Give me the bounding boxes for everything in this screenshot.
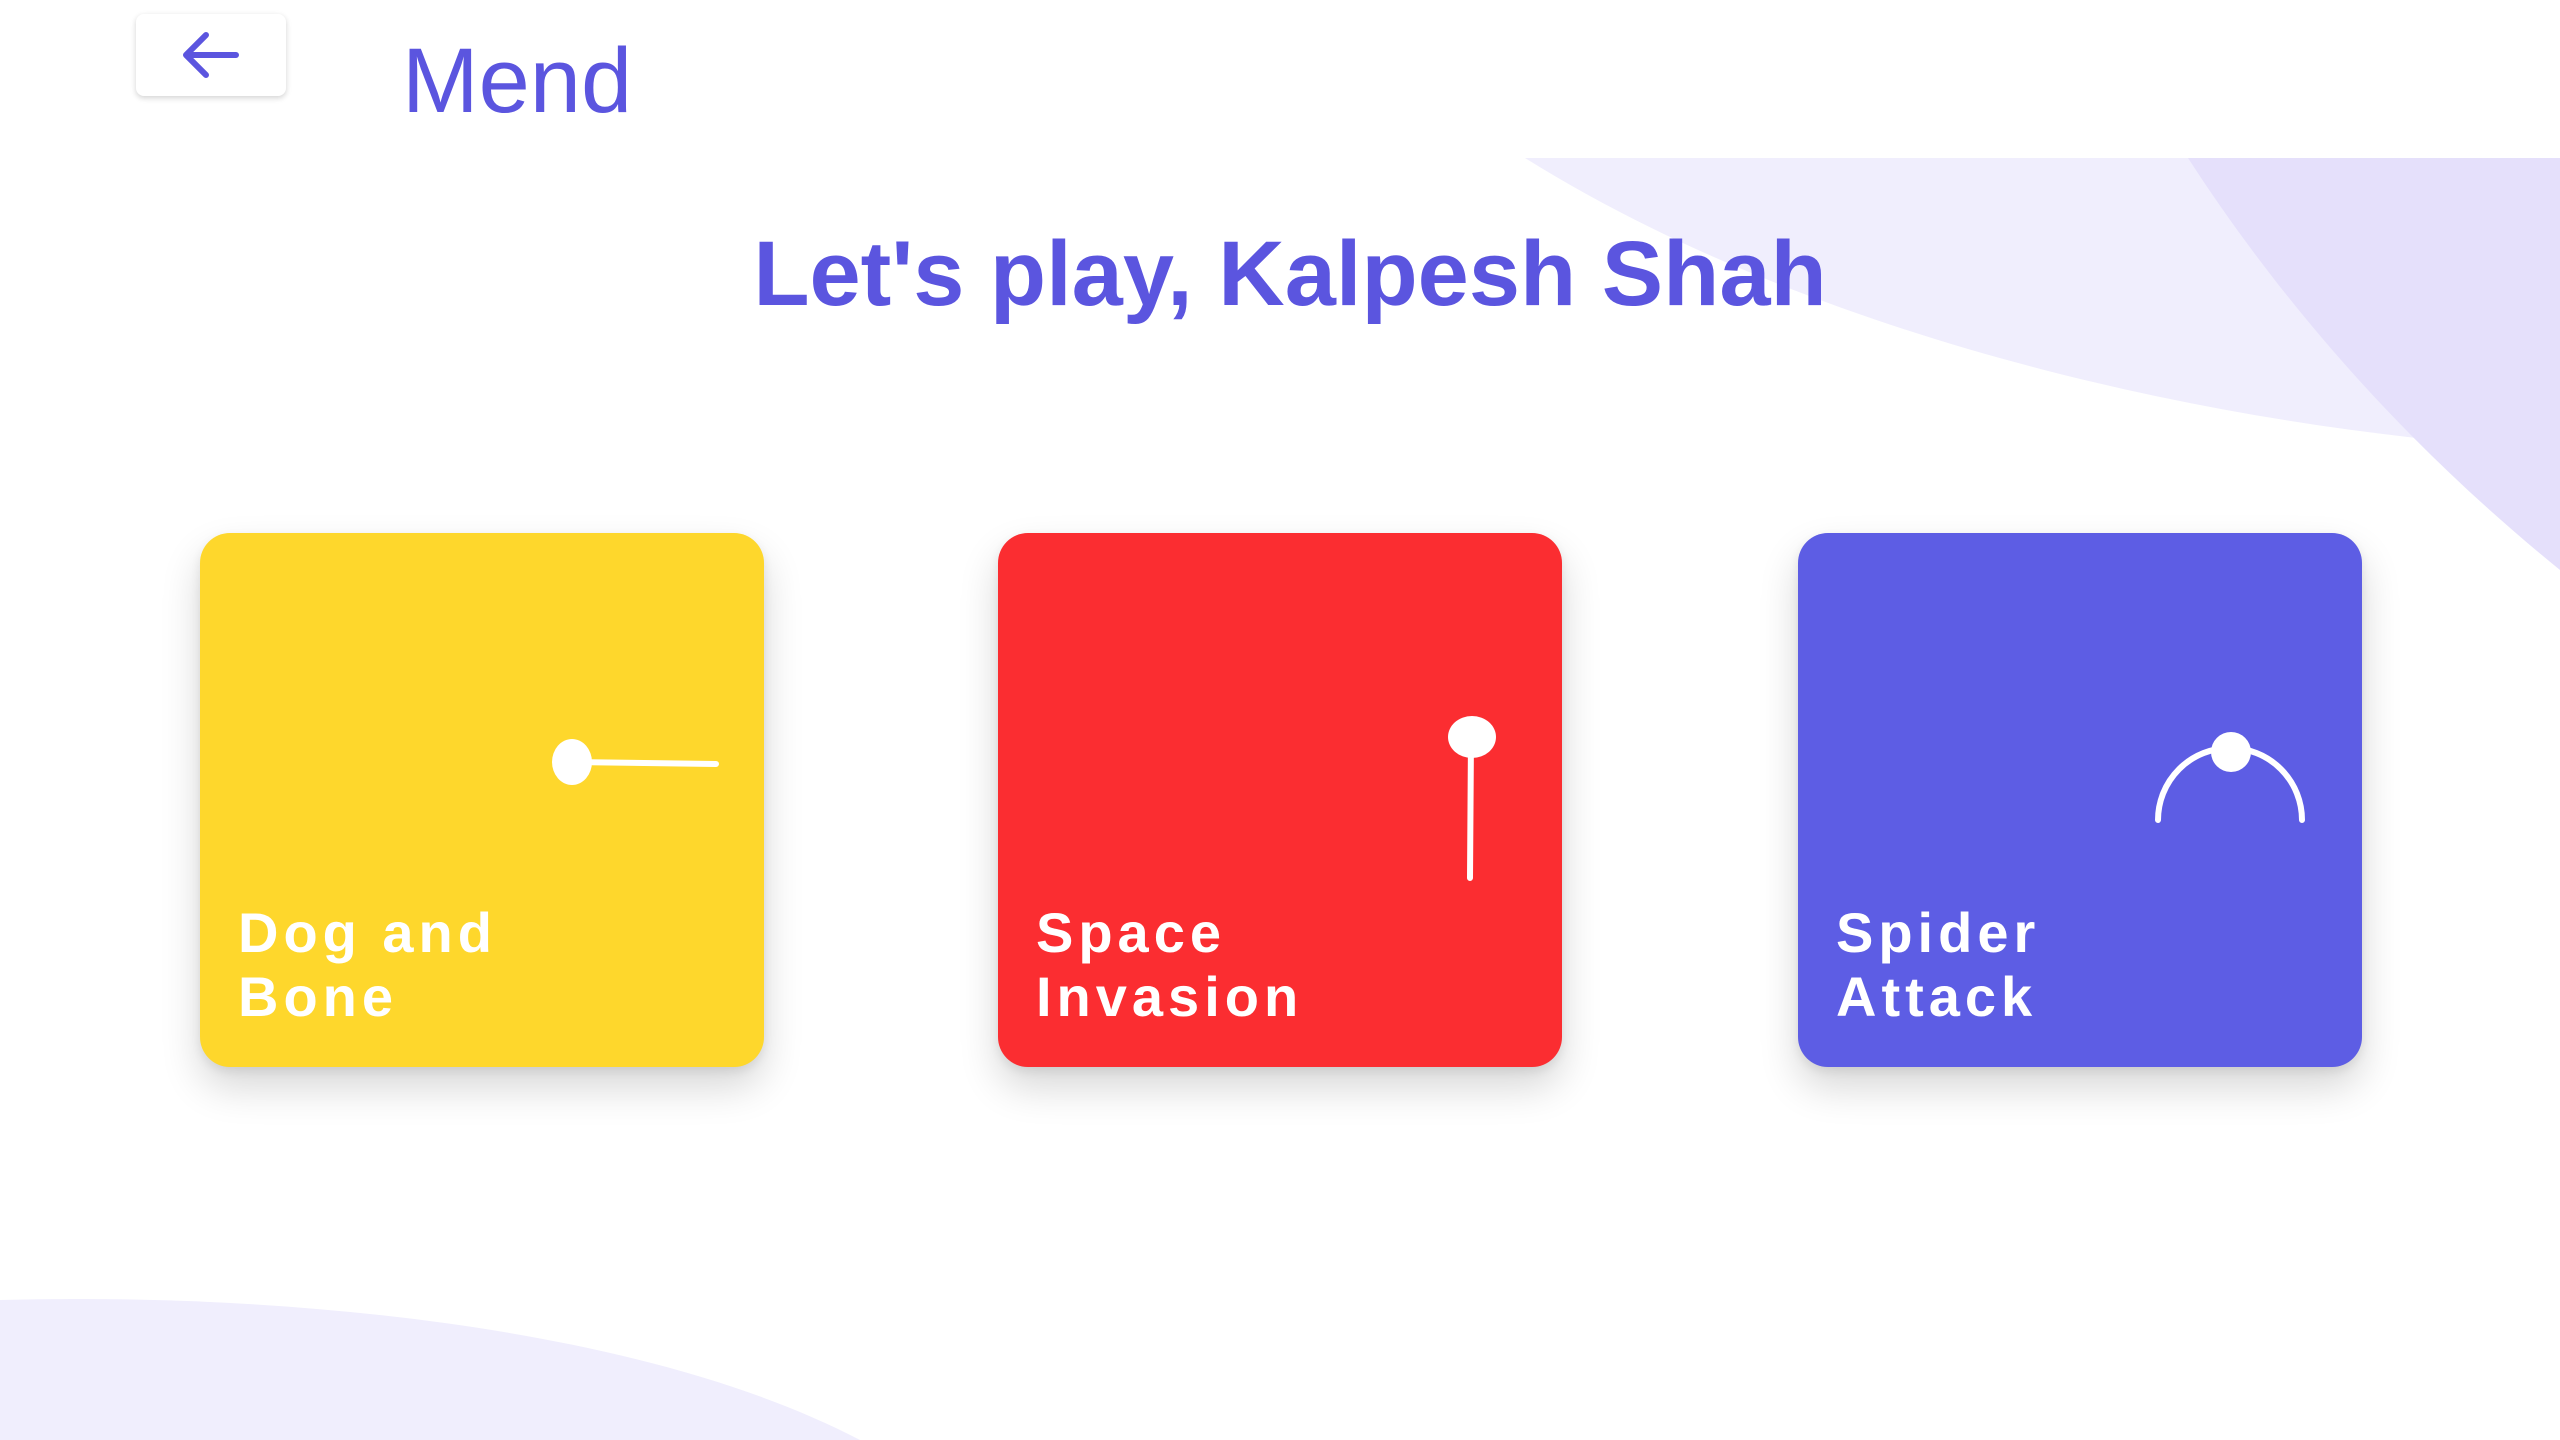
game-card-space-invasion[interactable]: Space Invasion [998,533,1562,1067]
game-card-label: Dog and Bone [238,901,497,1028]
game-card-dog-and-bone[interactable]: Dog and Bone [200,533,764,1067]
back-button[interactable] [136,14,286,96]
greeting-heading: Let's play, Kalpesh Shah [753,223,1827,325]
arrow-left-icon [183,32,239,78]
game-card-spider-attack[interactable]: Spider Attack [1798,533,2362,1067]
game-card-label: Spider Attack [1836,901,2041,1028]
game-card-label: Space Invasion [1036,901,1304,1028]
app-title: Mend [402,30,633,132]
